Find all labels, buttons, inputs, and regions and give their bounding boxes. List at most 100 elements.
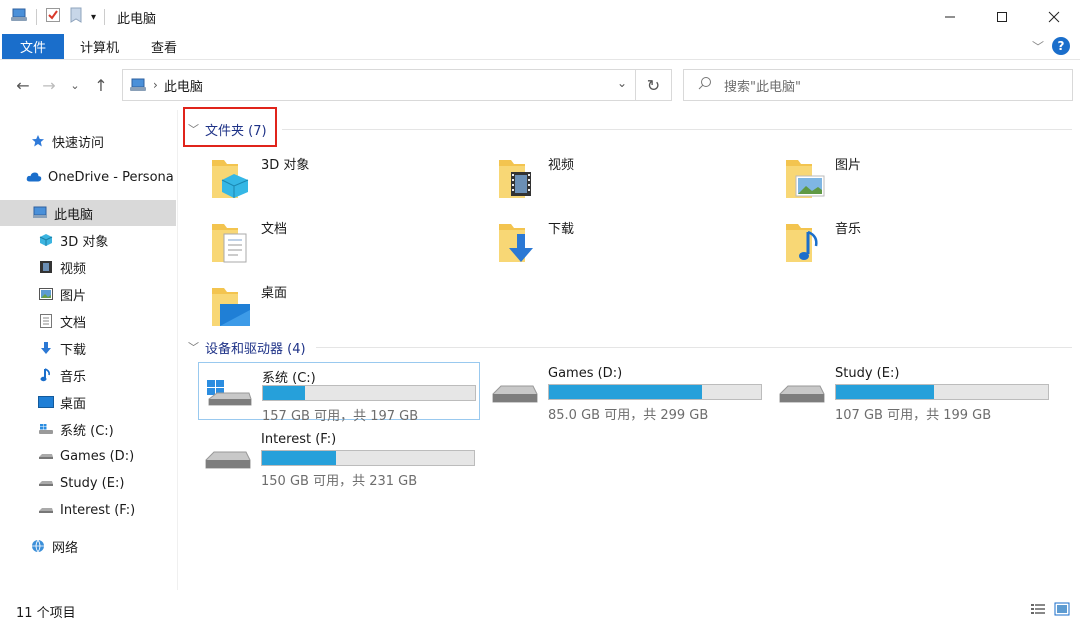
sidebar-item-drive-c[interactable]: 系统 (C:) xyxy=(0,416,176,442)
sidebar-item-music[interactable]: 音乐 xyxy=(0,362,176,388)
sidebar-item-label: 系统 (C:) xyxy=(60,423,114,439)
sidebar-item-label: Games (D:) xyxy=(60,448,135,464)
tab-file[interactable]: 文件 xyxy=(2,34,65,59)
sidebar-item-3d-objects[interactable]: 3D 对象 xyxy=(0,227,176,253)
drive-icon xyxy=(38,448,54,464)
search-input[interactable]: 搜索"此电脑" xyxy=(683,69,1073,101)
navigation-pane: 快速访问 OneDrive - Persona 此电脑 3D 对象 视频 图片 … xyxy=(0,110,178,590)
address-bar[interactable]: › 此电脑 ⌄ xyxy=(122,69,636,101)
group-divider xyxy=(316,347,1072,348)
sidebar-item-quick-access[interactable]: 快速访问 xyxy=(0,128,176,154)
sidebar-item-label: Interest (F:) xyxy=(60,502,136,518)
sidebar-item-desktop[interactable]: 桌面 xyxy=(0,389,176,415)
sidebar-item-label: 此电脑 xyxy=(54,207,94,223)
music-folder-icon xyxy=(786,224,818,262)
folder-music[interactable]: 音乐 xyxy=(756,216,1036,276)
up-arrow-icon[interactable]: ↑ xyxy=(88,76,114,95)
drive-icon xyxy=(205,451,251,469)
back-arrow-icon[interactable]: ← xyxy=(10,76,36,95)
film-icon xyxy=(38,259,54,275)
search-placeholder: 搜索"此电脑" xyxy=(724,79,801,95)
cube-icon xyxy=(38,232,54,248)
desktop-folder-icon xyxy=(212,288,250,326)
maximize-button[interactable] xyxy=(976,0,1028,34)
close-button[interactable] xyxy=(1028,0,1080,34)
forward-arrow-icon[interactable]: → xyxy=(36,76,62,95)
collapse-chevron-icon[interactable]: ﹀ xyxy=(188,339,199,355)
tab-view[interactable]: 查看 xyxy=(135,34,193,59)
sidebar-item-label: 文档 xyxy=(60,315,87,331)
address-history-chevron-icon[interactable]: ⌄ xyxy=(617,76,627,90)
drive-icon xyxy=(38,502,54,518)
sidebar-item-drive-e[interactable]: Study (E:) xyxy=(0,470,176,496)
breadcrumb-separator-icon[interactable]: › xyxy=(153,78,158,92)
download-folder-icon xyxy=(499,224,533,262)
picture-icon xyxy=(38,286,54,302)
sidebar-item-drive-f[interactable]: Interest (F:) xyxy=(0,497,176,523)
drive-icon xyxy=(38,475,54,491)
help-icon[interactable]: ? xyxy=(1052,37,1070,55)
folder-downloads[interactable]: 下载 xyxy=(469,216,749,276)
drive-name: 系统 (C:) xyxy=(262,371,316,386)
sidebar-item-documents[interactable]: 文档 xyxy=(0,308,176,334)
window-controls xyxy=(924,0,1080,34)
customize-toolbar-chevron-icon[interactable]: ▾ xyxy=(91,12,96,23)
download-icon xyxy=(38,340,54,356)
sidebar-item-label: 桌面 xyxy=(60,396,87,412)
document-folder-icon xyxy=(212,224,247,263)
sidebar-item-label: OneDrive - Persona xyxy=(48,169,174,185)
collapse-chevron-icon[interactable]: ﹀ xyxy=(188,121,199,137)
file-explorer-window: ▾ 此电脑 文件 计算机 查看 ﹀ ? ← → ⌄ ↑ › 此电脑 ⌄ ↻ 搜索… xyxy=(0,0,1080,624)
large-icons-view-icon[interactable] xyxy=(1054,602,1070,620)
drive-name: Interest (F:) xyxy=(261,432,337,447)
new-folder-icon[interactable] xyxy=(69,7,83,27)
drive-e[interactable]: Study (E:) 107 GB 可用，共 199 GB xyxy=(772,362,1054,423)
toolbar-divider xyxy=(104,9,106,25)
drive-size: 107 GB 可用，共 199 GB xyxy=(835,408,992,423)
breadcrumb[interactable]: 此电脑 xyxy=(164,76,203,95)
network-icon xyxy=(30,538,46,554)
drive-c[interactable]: 系统 (C:) 157 GB 可用，共 197 GB xyxy=(198,362,480,424)
refresh-button[interactable]: ↻ xyxy=(636,69,672,101)
window-title: 此电脑 xyxy=(117,11,157,27)
tab-computer[interactable]: 计算机 xyxy=(64,34,135,59)
properties-icon[interactable] xyxy=(45,7,61,27)
system-drive-icon xyxy=(38,421,54,437)
sidebar-item-videos[interactable]: 视频 xyxy=(0,254,176,280)
drive-usage-bar xyxy=(835,384,1049,400)
sidebar-item-this-pc[interactable]: 此电脑 xyxy=(0,200,176,226)
drive-usage-fill xyxy=(263,386,306,400)
picture-folder-icon xyxy=(786,160,825,198)
sidebar-item-network[interactable]: 网络 xyxy=(0,533,176,559)
drive-d[interactable]: Games (D:) 85.0 GB 可用，共 299 GB xyxy=(485,362,767,423)
star-icon xyxy=(30,133,46,149)
folder-name: 图片 xyxy=(835,158,862,173)
cube-folder-icon xyxy=(212,160,249,198)
document-icon xyxy=(38,313,54,329)
navigation-bar: ← → ⌄ ↑ › 此电脑 ⌄ ↻ 搜索"此电脑" xyxy=(0,64,1080,106)
desktop-icon xyxy=(38,394,54,410)
folder-documents[interactable]: 文档 xyxy=(182,216,462,276)
folder-name: 下载 xyxy=(548,222,575,237)
sidebar-item-label: 网络 xyxy=(52,540,79,556)
folder-videos[interactable]: 视频 xyxy=(469,152,749,212)
drive-usage-fill xyxy=(262,451,337,465)
film-folder-icon xyxy=(499,160,531,198)
folder-3d-objects[interactable]: 3D 对象 xyxy=(182,152,462,212)
sidebar-item-label: 图片 xyxy=(60,288,87,304)
drive-f[interactable]: Interest (F:) 150 GB 可用，共 231 GB xyxy=(198,428,480,489)
folder-pictures[interactable]: 图片 xyxy=(756,152,1036,212)
folder-name: 音乐 xyxy=(835,222,862,237)
minimize-button[interactable] xyxy=(924,0,976,34)
sidebar-item-drive-d[interactable]: Games (D:) xyxy=(0,443,176,469)
sidebar-item-onedrive[interactable]: OneDrive - Persona xyxy=(0,164,176,190)
drives-group-header[interactable]: ﹀ 设备和驱动器 (4) xyxy=(188,337,306,357)
sidebar-item-downloads[interactable]: 下载 xyxy=(0,335,176,361)
folder-desktop[interactable]: 桌面 xyxy=(182,280,462,340)
details-view-icon[interactable] xyxy=(1030,602,1046,620)
sidebar-item-label: 下载 xyxy=(60,342,87,358)
expand-ribbon-chevron-icon[interactable]: ﹀ xyxy=(1032,38,1044,55)
folders-group-header[interactable]: ﹀ 文件夹 (7) xyxy=(188,119,267,139)
sidebar-item-pictures[interactable]: 图片 xyxy=(0,281,176,307)
recent-locations-chevron-icon[interactable]: ⌄ xyxy=(62,79,88,92)
